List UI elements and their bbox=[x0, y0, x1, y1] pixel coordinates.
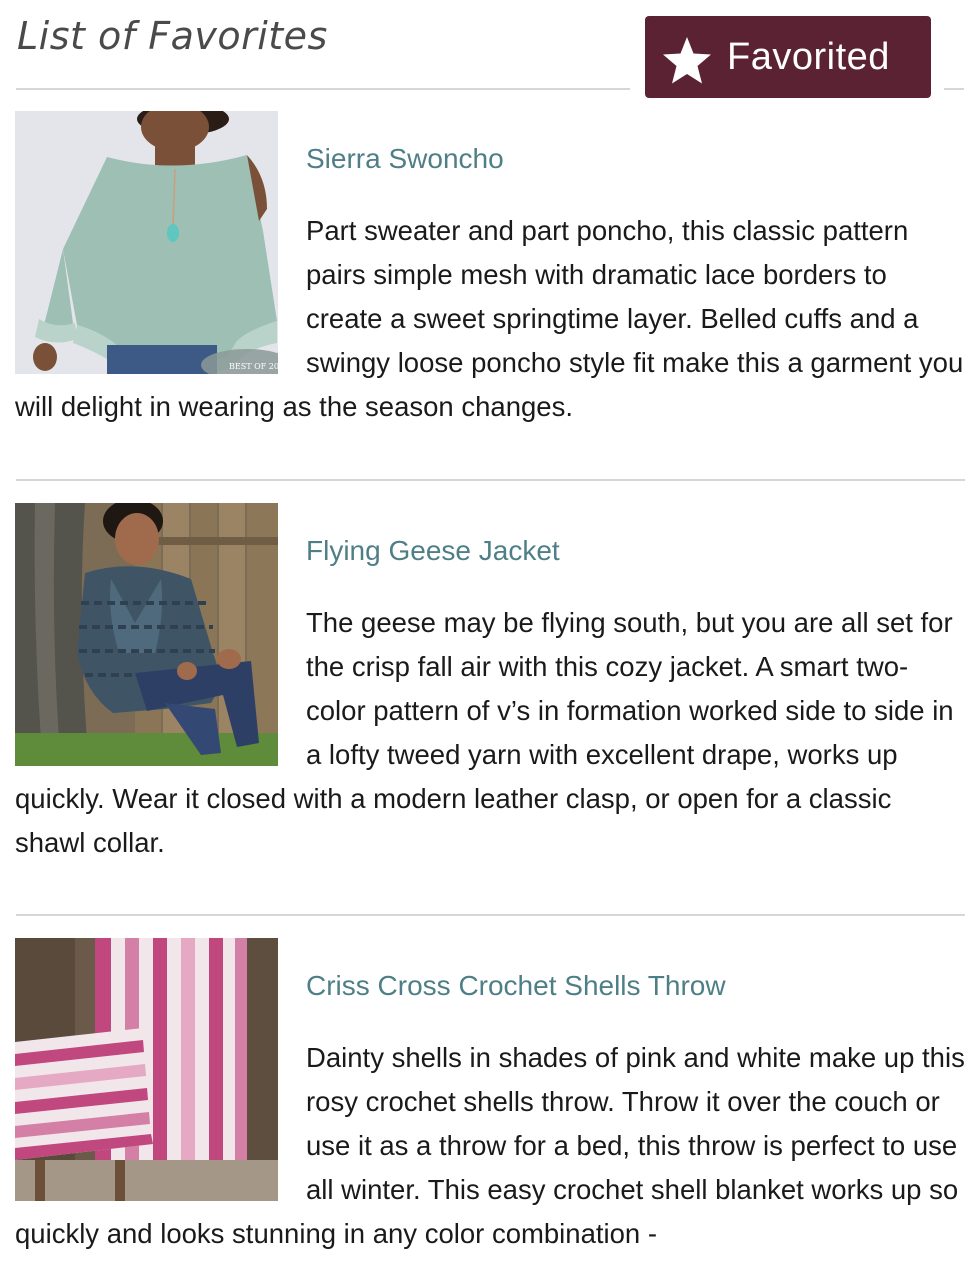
favorited-button[interactable]: Favorited bbox=[645, 16, 931, 98]
item-description: Dainty shells in shades of pink and whit… bbox=[15, 1036, 965, 1256]
item-description: Part sweater and part poncho, this class… bbox=[15, 209, 965, 429]
star-icon bbox=[663, 37, 711, 84]
header-divider-right bbox=[944, 88, 964, 90]
page-header: List of Favorites Favorited bbox=[0, 0, 978, 100]
item-divider bbox=[16, 914, 965, 916]
item-title-link[interactable]: Sierra Swoncho bbox=[306, 143, 504, 175]
item-divider bbox=[16, 479, 965, 481]
item-title-link[interactable]: Criss Cross Crochet Shells Throw bbox=[306, 970, 726, 1002]
header-divider bbox=[16, 88, 630, 90]
item-description: The geese may be flying south, but you a… bbox=[15, 601, 965, 865]
favorited-button-label: Favorited bbox=[727, 35, 890, 78]
page-title: List of Favorites bbox=[17, 14, 328, 58]
item-title-link[interactable]: Flying Geese Jacket bbox=[306, 535, 560, 567]
